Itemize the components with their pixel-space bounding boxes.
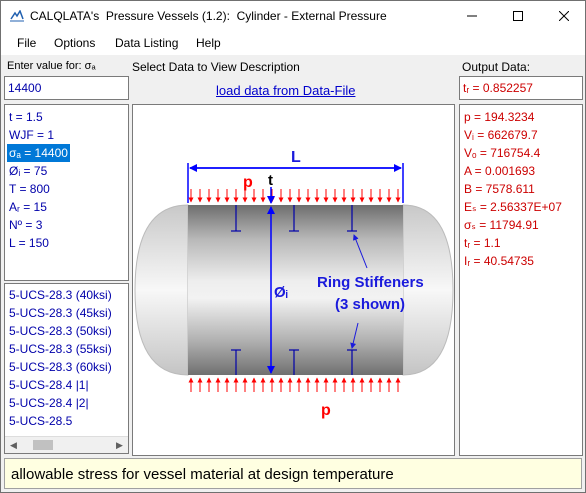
output-result-box: tᵣ = 0.852257 <box>459 76 583 100</box>
input-list-item[interactable]: Aᵣ = 15 <box>7 198 70 216</box>
close-button[interactable] <box>541 1 586 31</box>
output-list-item[interactable]: Iᵣ = 40.54735 <box>462 252 562 270</box>
input-list-item[interactable]: σₐ = 14400 <box>7 144 70 162</box>
reference-list-item[interactable]: 5-UCS-28.3 (60ksi) <box>7 358 112 376</box>
output-list-item[interactable]: σₛ = 11794.91 <box>462 216 562 234</box>
scrollbar-thumb[interactable] <box>33 440 53 450</box>
references-list: 5-UCS-28.3 (40ksi) 5-UCS-28.3 (45ksi) 5-UC… <box>4 283 129 454</box>
minimize-icon <box>467 15 477 17</box>
menu-options[interactable]: Options <box>54 36 95 50</box>
left-head <box>134 204 189 376</box>
maximize-icon <box>513 11 523 21</box>
inputs-list: t = 1.5 WJF = 1 σₐ = 14400 Øᵢ = 75 T = 800 Aᵣ… <box>4 104 129 281</box>
main-area: Enter value for: σₐ Select Data to View … <box>0 55 586 493</box>
reference-list-item[interactable]: 5-UCS-28.5 <box>7 412 112 430</box>
load-data-link[interactable]: load data from Data-File <box>216 83 355 98</box>
stiffeners-label: Ring Stiffeners <box>317 274 424 291</box>
input-list-item[interactable]: T = 800 <box>7 180 70 198</box>
scroll-left-icon[interactable]: ◀ <box>5 437 22 453</box>
close-icon <box>559 11 569 21</box>
pressure-label-top: p <box>243 174 253 191</box>
reference-list-item[interactable]: 5-UCS-28.4 |1| <box>7 376 112 394</box>
stiffeners-count-label: (3 shown) <box>335 296 405 313</box>
maximize-button[interactable] <box>495 1 541 31</box>
reference-list-item[interactable]: 5-UCS-28.4 |2| <box>7 394 112 412</box>
bottom-pressure-arrows <box>188 377 401 392</box>
window-title: CALQLATA's Pressure Vessels (1.2): Cylin… <box>30 9 387 23</box>
output-list-item[interactable]: A = 0.001693 <box>462 162 562 180</box>
value-input[interactable]: 14400 <box>4 76 129 100</box>
diagram-panel: L p p t Øᵢ Ring Stiffeners (3 shown) <box>132 104 455 456</box>
output-list-item[interactable]: p = 194.3234 <box>462 108 562 126</box>
outputs-list: p = 194.3234 Vᵢ = 662679.7 Vₒ = 716754.4 A … <box>459 104 583 456</box>
input-list-item[interactable]: Øᵢ = 75 <box>7 162 70 180</box>
input-list-item[interactable]: Nº = 3 <box>7 216 70 234</box>
input-prompt-label: Enter value for: σₐ <box>7 60 96 72</box>
cylinder-diagram: L p p t Øᵢ Ring Stiffeners (3 shown) <box>134 149 454 419</box>
output-list-item[interactable]: Eₛ = 2.56337E+07 <box>462 198 562 216</box>
menu-data-listing[interactable]: Data Listing <box>115 36 178 50</box>
description-status-bar: allowable stress for vessel material at … <box>4 458 582 489</box>
input-list-item[interactable]: t = 1.5 <box>7 108 70 126</box>
output-list-item[interactable]: Vᵢ = 662679.7 <box>462 126 562 144</box>
menu-bar: File Options Data Listing Help <box>0 31 586 55</box>
input-list-item[interactable]: WJF = 1 <box>7 126 70 144</box>
length-label: L <box>291 149 301 166</box>
scroll-right-icon[interactable]: ▶ <box>111 437 128 453</box>
diameter-label: Øᵢ <box>274 284 288 301</box>
reference-list-item[interactable]: 5-UCS-28.3 (55ksi) <box>7 340 112 358</box>
references-list-items: 5-UCS-28.3 (40ksi) 5-UCS-28.3 (45ksi) 5-UC… <box>7 286 112 430</box>
select-data-label: Select Data to View Description <box>132 60 300 74</box>
output-list-item[interactable]: B = 7578.611 <box>462 180 562 198</box>
output-list-item[interactable]: tᵣ = 1.1 <box>462 234 562 252</box>
top-pressure-arrows <box>188 189 401 203</box>
thickness-label: t <box>268 172 273 189</box>
reference-list-item[interactable]: 5-UCS-28.3 (45ksi) <box>7 304 112 322</box>
reference-list-item[interactable]: 5-UCS-28.3 (40ksi) <box>7 286 112 304</box>
reference-list-item[interactable]: 5-UCS-28.3 (50ksi) <box>7 322 112 340</box>
outputs-list-items: p = 194.3234 Vᵢ = 662679.7 Vₒ = 716754.4 A … <box>462 108 562 270</box>
references-horizontal-scrollbar[interactable]: ◀ ▶ <box>5 436 128 453</box>
menu-file[interactable]: File <box>17 36 36 50</box>
pressure-label-bottom: p <box>321 402 331 419</box>
inputs-list-items: t = 1.5 WJF = 1 σₐ = 14400 Øᵢ = 75 T = 800 Aᵣ… <box>7 108 70 252</box>
app-icon <box>10 10 24 22</box>
title-bar: CALQLATA's Pressure Vessels (1.2): Cylin… <box>0 0 586 31</box>
input-list-item[interactable]: L = 150 <box>7 234 70 252</box>
output-data-label: Output Data: <box>462 60 531 74</box>
menu-help[interactable]: Help <box>196 36 221 50</box>
output-list-item[interactable]: Vₒ = 716754.4 <box>462 144 562 162</box>
minimize-button[interactable] <box>449 1 495 31</box>
